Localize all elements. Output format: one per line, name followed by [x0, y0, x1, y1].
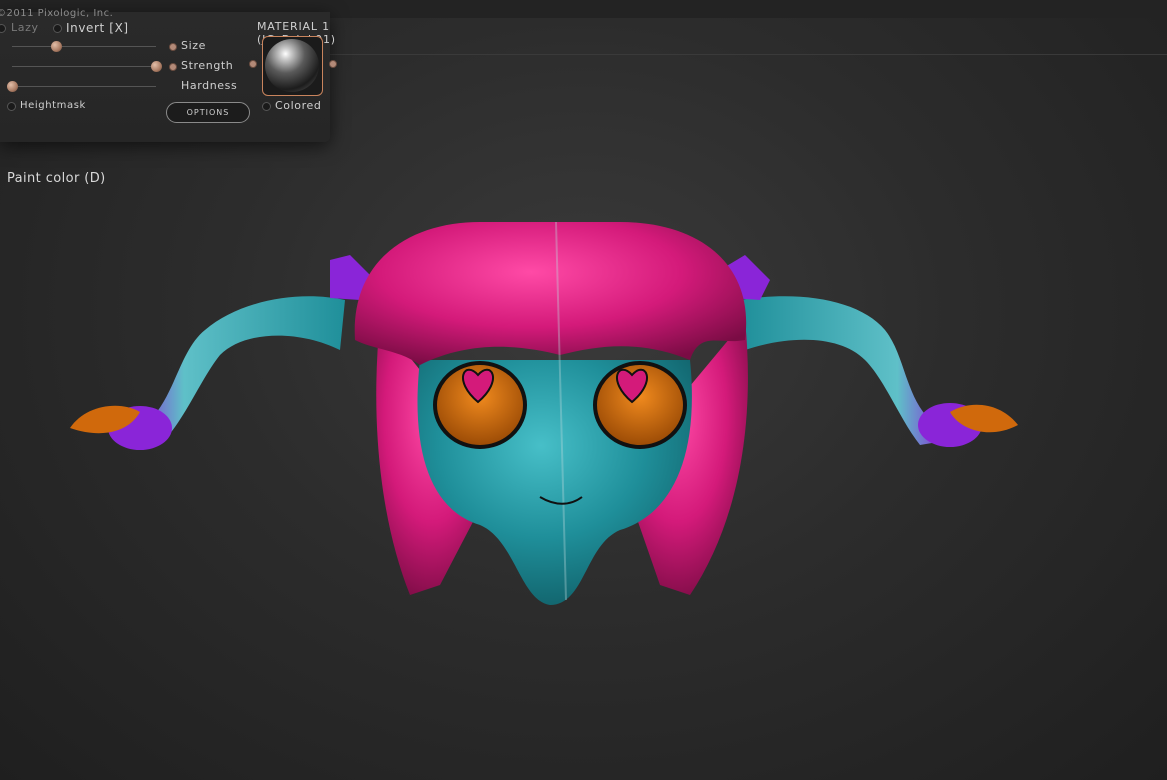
character-head — [354, 221, 748, 605]
3d-model-viewport[interactable] — [0, 0, 1167, 780]
right-tentacle-arm — [720, 255, 1018, 447]
left-tentacle-arm — [70, 255, 370, 450]
